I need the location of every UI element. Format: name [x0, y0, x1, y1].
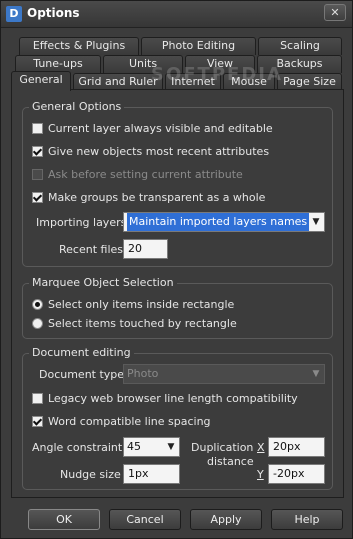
ok-button[interactable]: OK — [28, 509, 100, 530]
checkbox-label: Legacy web browser line length compatibi… — [48, 392, 298, 405]
checkbox-unchecked[interactable] — [32, 393, 43, 404]
tab-effects-plugins[interactable]: Effects & Plugins — [19, 37, 139, 55]
checkbox-checked[interactable] — [32, 146, 43, 157]
checkbox-label: Word compatible line spacing — [48, 415, 211, 428]
tab-photo-editing[interactable]: Photo Editing — [141, 37, 256, 55]
select-inside-radio[interactable]: Select only items inside rectangle — [32, 298, 234, 311]
radio-unselected[interactable] — [32, 318, 43, 329]
duplication-y-input[interactable]: -20px — [268, 464, 325, 484]
importing-layers-label: Importing layers — [36, 216, 127, 229]
make-groups-checkbox[interactable]: Make groups be transparent as a whole — [32, 191, 265, 204]
angle-constraint-label: Angle constraint — [32, 441, 123, 454]
group-title-general-options: General Options — [29, 100, 125, 113]
chevron-down-icon: ▼ — [312, 369, 320, 379]
checkbox-disabled — [32, 169, 43, 180]
angle-constraint-value: 45 — [127, 440, 141, 453]
group-title-document-editing: Document editing — [29, 346, 134, 359]
close-button[interactable]: ✕ — [324, 4, 346, 21]
document-type-label: Document type — [39, 368, 125, 381]
give-new-objects-checkbox[interactable]: Give new objects most recent attributes — [32, 145, 269, 158]
x-label: X — [257, 441, 265, 454]
title-bar[interactable]: D Options ✕ — [1, 1, 352, 28]
checkbox-checked[interactable] — [32, 416, 43, 427]
checkbox-label: Give new objects most recent attributes — [48, 145, 270, 158]
help-button[interactable]: Help — [271, 509, 343, 530]
ask-before-checkbox: Ask before setting current attribute — [32, 168, 243, 181]
group-title-marquee: Marquee Object Selection — [29, 276, 177, 289]
checkbox-unchecked[interactable] — [32, 123, 43, 134]
chevron-down-icon[interactable]: ▼ — [163, 438, 179, 456]
recent-files-input[interactable]: 20 — [123, 239, 168, 259]
select-touched-radio[interactable]: Select items touched by rectangle — [32, 317, 237, 330]
cancel-button[interactable]: Cancel — [109, 509, 181, 530]
marquee-selection-group: Marquee Object Selection — [22, 276, 333, 339]
duplication-x-input[interactable]: 20px — [268, 437, 325, 457]
legacy-web-checkbox[interactable]: Legacy web browser line length compatibi… — [32, 392, 298, 405]
options-dialog: D Options ✕ SOFTPEDIA Effects & Plugins … — [0, 0, 353, 539]
nudge-size-label: Nudge size — [60, 468, 121, 481]
window-title: Options — [27, 6, 80, 20]
importing-layers-select[interactable]: Maintain imported layers names ▼ — [123, 212, 325, 232]
document-type-value: Photo — [127, 367, 159, 380]
nudge-size-input[interactable]: 1px — [123, 464, 180, 484]
duplication-label: Duplication — [191, 441, 254, 454]
distance-label: distance — [207, 455, 254, 468]
importing-layers-value: Maintain imported layers names — [127, 213, 310, 231]
checkbox-label: Make groups be transparent as a whole — [48, 191, 266, 204]
current-layer-checkbox[interactable]: Current layer always visible and editabl… — [32, 122, 273, 135]
checkbox-checked[interactable] — [32, 192, 43, 203]
document-type-select: Photo ▼ — [123, 364, 325, 384]
checkbox-label: Ask before setting current attribute — [48, 168, 243, 181]
radio-selected[interactable] — [32, 299, 43, 310]
radio-label: Select only items inside rectangle — [48, 298, 235, 311]
apply-button[interactable]: Apply — [190, 509, 262, 530]
tab-backups[interactable]: Backups — [257, 55, 342, 73]
word-compatible-checkbox[interactable]: Word compatible line spacing — [32, 415, 211, 428]
tab-general[interactable]: General — [11, 71, 71, 91]
tab-units[interactable]: Units — [103, 55, 183, 73]
y-label: Y — [257, 468, 264, 481]
chevron-down-icon[interactable]: ▼ — [308, 213, 324, 231]
app-logo-icon: D — [6, 6, 22, 22]
recent-files-label: Recent files — [59, 243, 123, 256]
angle-constraint-select[interactable]: 45 ▼ — [123, 437, 180, 457]
checkbox-label: Current layer always visible and editabl… — [48, 122, 273, 135]
radio-label: Select items touched by rectangle — [48, 317, 237, 330]
tab-scaling[interactable]: Scaling — [258, 37, 342, 55]
tab-view[interactable]: View — [185, 55, 255, 73]
